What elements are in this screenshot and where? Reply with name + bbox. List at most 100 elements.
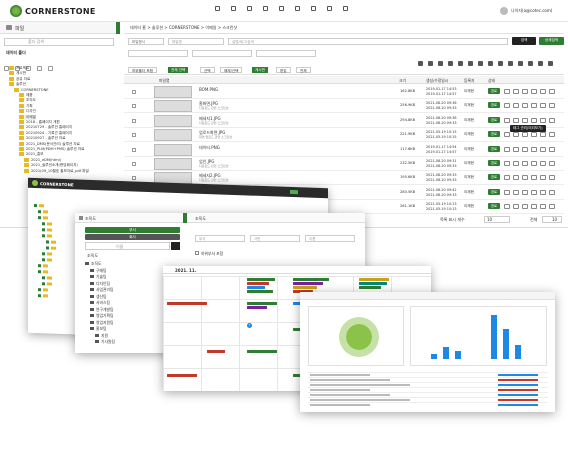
row-action-icon[interactable] xyxy=(513,175,519,181)
org-tab-label[interactable]: 조직도 xyxy=(85,216,96,222)
org-tree-node[interactable]: 연구개발팀 xyxy=(90,307,113,313)
row-action-icon[interactable] xyxy=(531,204,537,210)
calendar-event[interactable] xyxy=(247,290,273,293)
org-tab-label-2[interactable]: 조직도 xyxy=(195,216,206,222)
table-row[interactable]: 홈화면.JPG 다운로드 관련 스크린샷 256.9KB 2021-08-20 09:… xyxy=(124,99,564,114)
nav-chart-icon[interactable] xyxy=(311,6,316,11)
calendar-event[interactable] xyxy=(293,286,317,289)
row-action-icon[interactable] xyxy=(549,189,555,195)
tree-item[interactable]: 이메일 xyxy=(19,114,36,120)
org-tree-node[interactable]: 영업기획팀 xyxy=(90,313,113,319)
row-action-icon[interactable] xyxy=(513,89,519,94)
row-action-icon[interactable] xyxy=(504,161,510,166)
row-action-icon[interactable] xyxy=(504,103,510,109)
row-action-icon[interactable] xyxy=(531,89,537,94)
org-subdept-checkbox[interactable] xyxy=(195,251,199,255)
org-filter-id[interactable]: 사번 xyxy=(250,235,300,242)
col-user[interactable]: 등록자 xyxy=(464,78,474,84)
tree-item[interactable]: 조직도 xyxy=(19,98,36,103)
tree-item[interactable]: CORNERSTONE xyxy=(14,87,49,93)
folder-search-input[interactable] xyxy=(4,38,114,46)
row-checkbox[interactable] xyxy=(132,118,136,123)
file-name[interactable]: 데이터.PNG xyxy=(199,145,220,151)
row-action-icon[interactable] xyxy=(504,204,510,210)
sidebar-tab[interactable]: 파일 xyxy=(15,25,24,32)
org-filter-name[interactable]: 이름 xyxy=(305,235,355,242)
nav-org-icon[interactable] xyxy=(279,6,284,11)
view-tab[interactable]: 해제/선택 xyxy=(220,67,243,73)
user-avatar[interactable] xyxy=(500,7,508,15)
view-tab[interactable]: 편집 xyxy=(276,67,291,73)
mini-tree-item[interactable] xyxy=(38,252,48,268)
row-action-icon[interactable] xyxy=(531,132,537,138)
mini-tree-item[interactable] xyxy=(46,234,56,250)
view-tab[interactable]: 선택 xyxy=(200,67,215,73)
row-checkbox[interactable] xyxy=(132,90,136,94)
view-tab[interactable]: 게시판 xyxy=(252,67,268,73)
search-button[interactable]: 검색 xyxy=(512,37,536,45)
nav-settings-icon[interactable] xyxy=(343,6,348,11)
org-tree-node[interactable]: 구매팀 xyxy=(90,268,106,274)
row-action-icon[interactable] xyxy=(513,132,519,138)
row-action-icon[interactable] xyxy=(522,89,528,94)
mini-tree-item[interactable] xyxy=(38,258,48,274)
row-action-icon[interactable] xyxy=(522,161,528,166)
tree-item[interactable]: 2021(09_10월호 홍보자료_pdf 파일 xyxy=(24,168,89,174)
row-action-icon[interactable] xyxy=(522,189,528,195)
calendar-event[interactable] xyxy=(207,350,225,353)
table-row[interactable]: BOM.PNG 162.8KB 2019-01-17 14:53 2019-01-17… xyxy=(124,85,564,99)
row-action-icon[interactable] xyxy=(549,175,555,181)
tree-item[interactable]: 게시판 xyxy=(9,71,26,76)
calendar-event[interactable] xyxy=(293,278,329,281)
tree-item[interactable]: 2021_홍보 xyxy=(19,152,44,157)
org-collapse-handle[interactable] xyxy=(183,213,187,223)
row-action-icon[interactable] xyxy=(513,204,519,210)
row-checkbox[interactable] xyxy=(132,147,136,152)
tree-item[interactable]: 2021_솔루션소개(랜딩페이지) xyxy=(24,163,78,168)
tree-item[interactable]: 20210729 - 솔루션 홈페이지 xyxy=(19,125,72,130)
calendar-event[interactable] xyxy=(247,282,269,285)
nav-admin-icon[interactable] xyxy=(327,6,332,11)
mini-tree-item[interactable] xyxy=(38,276,48,292)
calendar-event[interactable] xyxy=(359,282,387,285)
filter-file-type[interactable]: 파일형식 xyxy=(128,38,164,45)
row-action-icon[interactable] xyxy=(540,204,546,210)
org-tree-node[interactable]: 생산팀 xyxy=(90,294,106,300)
row-action-icon[interactable] xyxy=(531,117,537,123)
table-row[interactable]: 데이터.PNG 117.6KB 2019-01-17 14:54 2019-01-17… xyxy=(124,143,564,157)
row-action-icon[interactable] xyxy=(513,117,519,123)
row-action-icon[interactable] xyxy=(531,175,537,181)
calendar-event[interactable] xyxy=(359,286,381,289)
row-action-icon[interactable] xyxy=(549,204,555,210)
row-action-icon[interactable] xyxy=(549,89,555,94)
row-action-icon[interactable] xyxy=(531,146,537,152)
view-tab[interactable]: 전체 xyxy=(296,67,311,73)
tree-item[interactable]: 솔루션 xyxy=(9,82,26,87)
calendar-event[interactable] xyxy=(247,302,277,305)
mini-tree-item[interactable] xyxy=(46,228,56,244)
row-checkbox[interactable] xyxy=(132,133,136,138)
table-row[interactable]: 업인.JPG 다운로드 관련 스크린샷 232.5KB 2021-08-20 09:3… xyxy=(124,157,564,171)
org-tree-node[interactable]: 기술팀 xyxy=(90,274,106,280)
calendar-event[interactable] xyxy=(293,282,323,285)
view-tab[interactable]: 전체 선택 xyxy=(168,67,189,73)
mini-tree-item[interactable] xyxy=(42,210,52,226)
row-action-icon[interactable] xyxy=(540,161,546,166)
nav-doc-icon[interactable] xyxy=(295,6,300,11)
mini-tree-item[interactable] xyxy=(38,204,48,220)
row-action-icon[interactable] xyxy=(549,146,555,152)
calendar-today[interactable]: 7 xyxy=(247,323,252,328)
row-action-icon[interactable] xyxy=(522,132,528,138)
org-tree-node[interactable]: 기사원팀 xyxy=(95,339,115,345)
calendar-event[interactable] xyxy=(359,278,389,281)
table-row[interactable]: 업로드화면.JPG 화면 업로드 관련 스크린샷 221.9KB 2021-05-19… xyxy=(124,128,564,143)
row-action-icon[interactable] xyxy=(513,103,519,109)
nav-home-icon[interactable] xyxy=(215,6,220,11)
org-dept-button[interactable]: 부서 xyxy=(85,227,180,233)
row-action-icon[interactable] xyxy=(540,132,546,138)
nav-calendar-icon[interactable] xyxy=(263,6,268,11)
row-action-icon[interactable] xyxy=(549,161,555,166)
row-action-icon[interactable] xyxy=(513,161,519,166)
org-filter-dept[interactable]: 부서 xyxy=(195,235,245,242)
row-action-icon[interactable] xyxy=(540,117,546,123)
